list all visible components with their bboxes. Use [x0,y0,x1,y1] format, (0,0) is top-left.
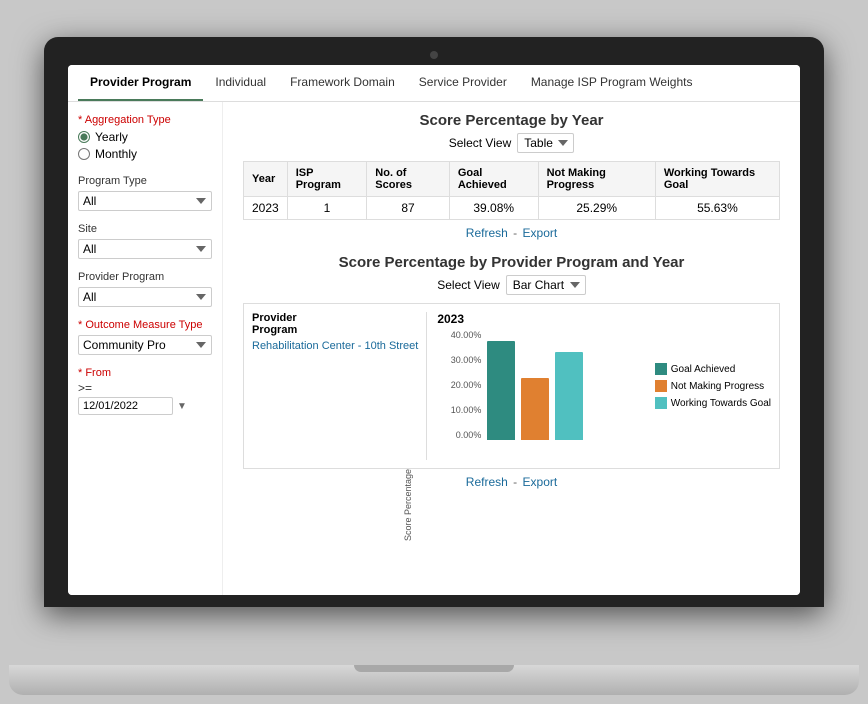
provider-program-header: ProviderProgram [252,312,418,336]
radio-yearly-label: Yearly [95,130,128,144]
cell-working: 55.63% [655,197,779,220]
legend-color-working [655,397,667,409]
table-row: 2023 1 87 39.08% 25.29% 55.63% [244,197,780,220]
tab-service-provider[interactable]: Service Provider [407,65,519,101]
radio-yearly[interactable] [78,131,90,143]
laptop-screen: Provider Program Individual Framework Do… [68,65,800,595]
legend-label-goal: Goal Achieved [671,364,736,375]
outcome-measure-select[interactable]: Community Pro [78,335,212,355]
chart-year: 2023 [437,312,636,326]
chart-legend: Goal Achieved Not Making Progress Workin… [647,312,771,460]
score-by-program-view-select[interactable]: Bar Chart [506,275,586,295]
content-area: * Aggregation Type Yearly Monthly Progra… [68,102,800,595]
outcome-measure-label: * Outcome Measure Type [78,319,212,331]
export-link-1[interactable]: Export [523,226,558,240]
legend-color-goal [655,363,667,375]
legend-color-not-making [655,380,667,392]
refresh-link-1[interactable]: Refresh [466,226,508,240]
outcome-measure-filter: * Outcome Measure Type Community Pro [78,319,212,355]
col-not-making: Not Making Progress [538,162,655,197]
from-filter: * From >= ▼ [78,367,212,415]
cell-scores: 87 [367,197,450,220]
cell-not-making: 25.29% [538,197,655,220]
score-by-year-view-select[interactable]: Table [517,133,574,153]
y-label-4: 10.00% [451,405,482,415]
aggregation-type-label: * Aggregation Type [78,114,212,126]
refresh-export-1: Refresh - Export [243,226,780,240]
date-input-wrap: ▼ [78,397,212,415]
y-label-1: 40.00% [451,330,482,340]
site-label: Site [78,223,212,235]
program-type-label: Program Type [78,175,212,187]
x-axis-area: Score Percentage [437,440,636,460]
cell-isp: 1 [287,197,367,220]
provider-program-filter: Provider Program All [78,271,212,307]
camera-dot [430,51,438,59]
tab-manage-isp[interactable]: Manage ISP Program Weights [519,65,705,101]
main-content: Score Percentage by Year Select View Tab… [223,102,800,595]
bar-working-towards [555,352,583,440]
program-type-select[interactable]: All [78,191,212,211]
select-view-label-2: Select View [437,278,499,292]
laptop-base-notch [354,665,514,672]
site-filter: Site All [78,223,212,259]
legend-goal: Goal Achieved [655,363,771,375]
site-select[interactable]: All [78,239,212,259]
nav-bar: Provider Program Individual Framework Do… [68,65,800,102]
provider-program-label: Provider Program [78,271,212,283]
bar-not-making [521,378,549,440]
col-year: Year [244,162,288,197]
tab-provider-program[interactable]: Provider Program [78,65,203,101]
legend-working: Working Towards Goal [655,397,771,409]
col-working: Working Towards Goal [655,162,779,197]
from-label: * From [78,367,212,379]
chart-provider-col: ProviderProgram Rehabilitation Center - … [252,312,427,460]
refresh-export-2: Refresh - Export [243,475,780,489]
y-axis: 40.00% 30.00% 20.00% 10.00% 0.00% [437,330,485,440]
tab-framework-domain[interactable]: Framework Domain [278,65,407,101]
from-operator: >= [78,381,212,395]
score-by-year-view-row: Select View Table [243,133,780,153]
cell-goal: 39.08% [449,197,538,220]
chart-area: 2023 40.00% 30.00% 20.00% 10.00% 0.00% [437,312,636,460]
export-link-2[interactable]: Export [523,475,558,489]
y-label-2: 30.00% [451,355,482,365]
cell-year: 2023 [244,197,288,220]
from-date-input[interactable] [78,397,173,415]
radio-monthly[interactable] [78,148,90,160]
tab-individual[interactable]: Individual [203,65,278,101]
aggregation-radio-group: Yearly Monthly [78,130,212,161]
select-view-label-1: Select View [449,136,511,150]
legend-not-making: Not Making Progress [655,380,771,392]
y-label-5: 0.00% [456,430,482,440]
refresh-link-2[interactable]: Refresh [466,475,508,489]
program-type-filter: Program Type All [78,175,212,211]
laptop-base [9,665,859,695]
col-goal: Goal Achieved [449,162,538,197]
provider-link[interactable]: Rehabilitation Center - 10th Street [252,340,418,352]
score-by-year-table: Year ISP Program No. of Scores Goal Achi… [243,161,780,220]
calendar-icon[interactable]: ▼ [177,401,187,412]
radio-monthly-label: Monthly [95,147,137,161]
bar-chart: 40.00% 30.00% 20.00% 10.00% 0.00% [437,330,636,440]
legend-label-not-making: Not Making Progress [671,381,764,392]
chart-wrap: ProviderProgram Rehabilitation Center - … [243,303,780,469]
x-axis-label: Score Percentage [403,469,413,541]
score-by-year-title: Score Percentage by Year [243,112,780,129]
bar-goal-achieved [487,341,515,440]
col-isp: ISP Program [287,162,367,197]
legend-label-working: Working Towards Goal [671,398,771,409]
col-scores: No. of Scores [367,162,450,197]
y-label-3: 20.00% [451,380,482,390]
provider-program-select[interactable]: All [78,287,212,307]
sidebar: * Aggregation Type Yearly Monthly Progra… [68,102,223,595]
score-by-program-title: Score Percentage by Provider Program and… [243,254,780,271]
score-by-program-view-row: Select View Bar Chart [243,275,780,295]
